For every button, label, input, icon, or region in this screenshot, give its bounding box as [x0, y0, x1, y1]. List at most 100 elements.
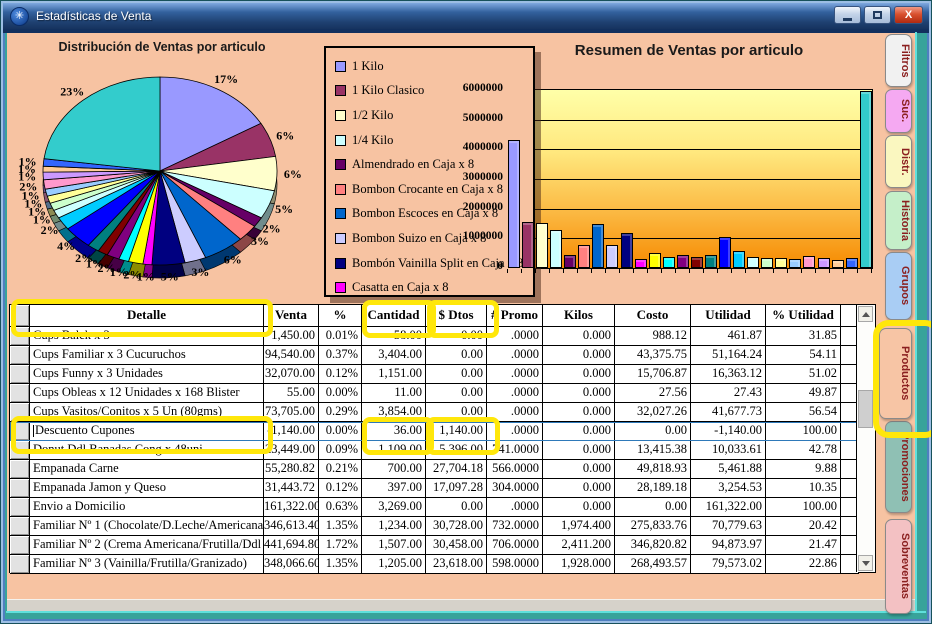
table-cell[interactable]: .0000: [487, 498, 543, 517]
table-cell[interactable]: 0.000: [543, 384, 615, 403]
row-selector[interactable]: [10, 422, 30, 441]
table-cell[interactable]: 461.87: [691, 327, 766, 346]
table-cell[interactable]: 161,322.00: [691, 498, 766, 517]
table-cell[interactable]: 13,415.38: [615, 441, 691, 460]
row-selector[interactable]: [10, 555, 30, 574]
table-cell[interactable]: 55,280.82: [264, 460, 319, 479]
row-selector[interactable]: [10, 346, 30, 365]
table-cell[interactable]: 5,396.00: [426, 441, 487, 460]
table-cell[interactable]: 3,854.00: [362, 403, 426, 422]
table-cell[interactable]: 700.00: [362, 460, 426, 479]
table-cell[interactable]: 348,066.60: [264, 555, 319, 574]
row-selector[interactable]: [10, 327, 30, 346]
column-header[interactable]: $ Dtos: [426, 305, 487, 327]
table-cell[interactable]: 0.00%: [319, 384, 362, 403]
table-cell[interactable]: 1,928.000: [543, 555, 615, 574]
table-cell[interactable]: .0000: [487, 365, 543, 384]
table-cell[interactable]: 21.47: [766, 536, 841, 555]
table-cell[interactable]: 0.63%: [319, 498, 362, 517]
table-cell[interactable]: 41,677.73: [691, 403, 766, 422]
table-cell[interactable]: 31.85: [766, 327, 841, 346]
table-cell[interactable]: 94,873.97: [691, 536, 766, 555]
column-header[interactable]: # Promo: [487, 305, 543, 327]
table-cell[interactable]: 1.35%: [319, 517, 362, 536]
table-cell[interactable]: 70,779.63: [691, 517, 766, 536]
table-cell[interactable]: 28,189.18: [615, 479, 691, 498]
table-cell[interactable]: 3,254.53: [691, 479, 766, 498]
table-cell[interactable]: 1,140.00: [426, 422, 487, 441]
table-cell[interactable]: Donut Ddl Banadas Cong x 48uni: [30, 441, 264, 460]
row-selector[interactable]: [10, 403, 30, 422]
table-cell[interactable]: 0.000: [543, 498, 615, 517]
table-cell[interactable]: 0.00: [426, 498, 487, 517]
table-cell[interactable]: 0.37%: [319, 346, 362, 365]
table-cell[interactable]: 441,694.80: [264, 536, 319, 555]
table-cell[interactable]: 988.12: [615, 327, 691, 346]
table-cell[interactable]: 268,493.57: [615, 555, 691, 574]
table-cell[interactable]: 27.56: [615, 384, 691, 403]
table-cell[interactable]: 1.35%: [319, 555, 362, 574]
table-cell[interactable]: 9.88: [766, 460, 841, 479]
table-cell[interactable]: 0.000: [543, 441, 615, 460]
table-cell[interactable]: 0.01%: [319, 327, 362, 346]
table-cell[interactable]: 23,449.00: [264, 441, 319, 460]
table-row[interactable]: Familiar Nº 3 (Vainilla/Frutilla/Graniza…: [10, 555, 859, 574]
column-header[interactable]: Venta: [264, 305, 319, 327]
table-cell[interactable]: 51,164.24: [691, 346, 766, 365]
tab-productos[interactable]: Productos: [879, 328, 912, 419]
table-row[interactable]: Familiar Nº 2 (Crema Americana/Frutilla/…: [10, 536, 859, 555]
row-selector[interactable]: [10, 384, 30, 403]
table-row[interactable]: Familiar Nº 1 (Chocolate/D.Leche/America…: [10, 517, 859, 536]
table-cell[interactable]: 1,234.00: [362, 517, 426, 536]
table-cell[interactable]: -1,140.00: [264, 422, 319, 441]
column-header[interactable]: Kilos: [543, 305, 615, 327]
table-cell[interactable]: -1,140.00: [691, 422, 766, 441]
table-cell[interactable]: .0000: [487, 422, 543, 441]
table-cell[interactable]: Empanada Carne: [30, 460, 264, 479]
table-cell[interactable]: .0000: [487, 346, 543, 365]
table-row[interactable]: Descuento Cupones-1,140.000.00%36.001,14…: [10, 422, 859, 441]
row-selector[interactable]: [10, 536, 30, 555]
scroll-down-button[interactable]: [858, 555, 873, 571]
table-cell[interactable]: 275,833.76: [615, 517, 691, 536]
table-cell[interactable]: 346,613.40: [264, 517, 319, 536]
table-cell[interactable]: 94,540.00: [264, 346, 319, 365]
tab-sobreventas[interactable]: Sobreventas: [885, 519, 912, 614]
table-cell[interactable]: 27,704.18: [426, 460, 487, 479]
table-cell[interactable]: 23,618.00: [426, 555, 487, 574]
scroll-up-button[interactable]: [858, 306, 873, 322]
table-cell[interactable]: .0000: [487, 327, 543, 346]
table-cell[interactable]: 1,450.00: [264, 327, 319, 346]
table-cell[interactable]: 11.00: [362, 384, 426, 403]
table-cell[interactable]: 706.0000: [487, 536, 543, 555]
table-cell[interactable]: 36.00: [362, 422, 426, 441]
table-cell[interactable]: 55.00: [264, 384, 319, 403]
table-cell[interactable]: 0.00: [426, 384, 487, 403]
table-cell[interactable]: 598.0000: [487, 555, 543, 574]
table-cell[interactable]: Empanada Jamon y Queso: [30, 479, 264, 498]
column-header[interactable]: Cantidad: [362, 305, 426, 327]
table-cell[interactable]: 0.00: [615, 422, 691, 441]
table-cell[interactable]: 2,411.200: [543, 536, 615, 555]
table-row[interactable]: Cups Balck x 31,450.000.01%58.000.00.000…: [10, 327, 859, 346]
table-cell[interactable]: 0.12%: [319, 365, 362, 384]
close-button[interactable]: X: [894, 6, 923, 24]
table-cell[interactable]: 3,404.00: [362, 346, 426, 365]
table-cell[interactable]: 100.00: [766, 422, 841, 441]
row-selector[interactable]: [10, 441, 30, 460]
table-cell[interactable]: 566.0000: [487, 460, 543, 479]
table-row[interactable]: Cups Obleas x 12 Unidades x 168 Blister5…: [10, 384, 859, 403]
tab-distr[interactable]: Distr.: [885, 135, 912, 188]
table-cell[interactable]: 1,507.00: [362, 536, 426, 555]
row-selector[interactable]: [10, 365, 30, 384]
tab-promociones[interactable]: Promociones: [885, 421, 912, 513]
table-row[interactable]: Cups Funny x 3 Unidades32,070.000.12%1,1…: [10, 365, 859, 384]
title-bar[interactable]: ✳ Estadísticas de Venta X: [3, 3, 929, 33]
table-cell[interactable]: 32,027.26: [615, 403, 691, 422]
table-cell[interactable]: 397.00: [362, 479, 426, 498]
table-cell[interactable]: 56.54: [766, 403, 841, 422]
table-cell[interactable]: 43,375.75: [615, 346, 691, 365]
table-cell[interactable]: 27.43: [691, 384, 766, 403]
table-cell[interactable]: 1,205.00: [362, 555, 426, 574]
table-cell[interactable]: 1,109.00: [362, 441, 426, 460]
